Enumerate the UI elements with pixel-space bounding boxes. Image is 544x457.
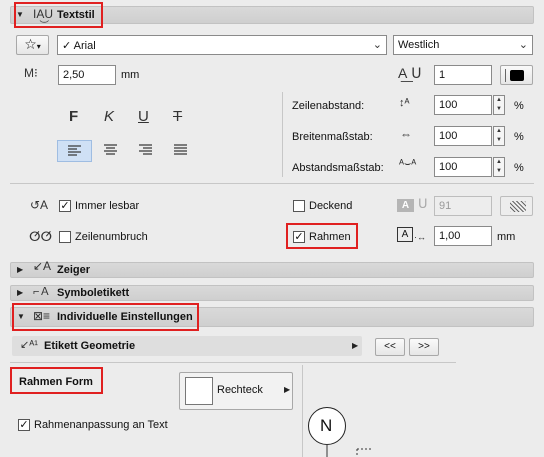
rahmen-form-value: Rechteck <box>217 384 263 396</box>
line-spacing-icon: ↕ᴬ <box>399 97 410 109</box>
preview-leader-line <box>326 444 371 457</box>
highlight-box <box>286 223 358 249</box>
star-icon: ☆ <box>24 36 37 52</box>
pen-number-input[interactable]: 1 <box>434 65 492 85</box>
text-size-input[interactable]: 2,50 <box>58 65 116 85</box>
chevron-down-icon: ⌄ <box>518 39 528 51</box>
zeilenabstand-label: Zeilenabstand: <box>292 100 365 112</box>
rahmen-form-dropdown[interactable]: Rechteck ▶ <box>179 372 293 410</box>
fill-icon: A <box>397 199 414 212</box>
collapsed-triangle-icon: ▶ <box>17 265 24 274</box>
width-scale-icon: ⇔ <box>400 127 412 141</box>
deckend-label: Deckend <box>309 200 353 212</box>
chevron-down-icon: ⌄ <box>372 39 382 51</box>
highlight-box <box>10 367 103 394</box>
underline-button[interactable]: U <box>138 108 149 125</box>
collapsed-triangle-icon: ▶ <box>17 288 24 297</box>
frame-offset-input[interactable]: 1,00 <box>434 226 492 246</box>
breitenmassstab-stepper[interactable]: ▲ ▼ <box>493 126 505 146</box>
pen-icon: A͟ ᑌ <box>398 65 422 81</box>
font-value: Arial <box>73 40 96 52</box>
zeiger-section-header[interactable]: ▶ ↙A Zeiger <box>10 259 534 278</box>
font-select[interactable]: ✓ Arial ⌄ <box>57 35 387 55</box>
symbol-label-icon: ⌐Ａ <box>33 286 51 298</box>
align-center-button[interactable] <box>94 140 127 162</box>
percent-label: % <box>514 100 524 112</box>
fill-pattern-swatch <box>510 201 526 212</box>
text-size-unit: mm <box>121 69 140 81</box>
offset-arrow-icon: ·↔ <box>414 232 426 242</box>
etikett-geometrie-label: Etikett Geometrie <box>44 340 136 352</box>
pointer-icon: ↙A <box>33 259 52 273</box>
zeilenumbruch-checkbox[interactable] <box>59 231 71 243</box>
immer-lesbar-checkbox[interactable]: ✓ <box>59 200 71 212</box>
symboletikett-title: Symboletikett <box>57 287 130 299</box>
char-spacing-icon: ᴬ⌣ᴬ <box>399 158 417 170</box>
zeiger-title: Zeiger <box>57 264 91 276</box>
symboletikett-section-header[interactable]: ▶ ⌐Ａ Symboletikett <box>10 285 534 301</box>
vertical-divider <box>282 92 283 177</box>
fill-pen-icon: ᑌ <box>418 196 428 211</box>
previous-page-button[interactable]: << <box>375 338 405 356</box>
align-left-button[interactable] <box>57 140 92 162</box>
align-right-button[interactable] <box>129 140 162 162</box>
bold-button[interactable]: F <box>69 108 78 125</box>
align-center-icon <box>104 144 117 155</box>
check-icon: ✓ <box>62 40 72 52</box>
align-justify-button[interactable] <box>164 140 197 162</box>
abstandsmassstab-label: Abstandsmaßstab: <box>292 162 384 174</box>
immer-lesbar-label: Immer lesbar <box>75 200 140 212</box>
zeilenumbruch-label: Zeilenumbruch <box>75 231 148 243</box>
rahmenanpassung-label: Rahmenanpassung an Text <box>34 419 168 431</box>
percent-label: % <box>514 162 524 174</box>
highlight-box <box>12 303 199 331</box>
strikethrough-button[interactable]: T <box>173 108 182 125</box>
script-select[interactable]: Westlich ⌄ <box>393 35 533 55</box>
frame-offset-unit: mm <box>497 231 516 243</box>
fill-pen-input: 91 <box>434 196 492 216</box>
align-justify-icon <box>174 144 187 155</box>
text-size-icon: M⁝ <box>24 66 38 80</box>
chevron-right-icon: ▶ <box>352 341 359 350</box>
pen-color-swatch <box>510 70 524 81</box>
zeilenabstand-input[interactable]: 100 <box>434 95 492 115</box>
rahmenanpassung-checkbox[interactable]: ✓ <box>18 419 30 431</box>
abstandsmassstab-stepper[interactable]: ▲ ▼ <box>493 157 505 177</box>
chevron-right-icon: ▶ <box>284 385 291 394</box>
frame-offset-icon: A <box>397 227 413 242</box>
percent-label: % <box>514 131 524 143</box>
preview-divider <box>302 365 303 457</box>
abstandsmassstab-input[interactable]: 100 <box>434 157 492 177</box>
highlight-box <box>14 2 103 28</box>
horizontal-divider <box>10 362 456 363</box>
italic-button[interactable]: K <box>104 108 114 125</box>
favorites-button[interactable]: ☆▾ <box>16 35 49 55</box>
zeilenabstand-stepper[interactable]: ▲ ▼ <box>493 95 505 115</box>
etikett-geometrie-selector[interactable]: ↙ᴬ¹ Etikett Geometrie ▶ <box>12 336 362 356</box>
always-readable-icon: ↺A <box>30 198 49 212</box>
rectangle-shape-icon <box>185 377 213 405</box>
north-letter: N <box>320 416 333 435</box>
next-page-button[interactable]: >> <box>409 338 439 356</box>
deckend-checkbox[interactable] <box>293 200 305 212</box>
line-break-icon: ⵚⵚ <box>29 229 53 244</box>
horizontal-divider <box>10 183 534 184</box>
fill-color-button <box>500 196 533 216</box>
align-left-icon <box>68 145 81 156</box>
align-right-icon <box>139 144 152 155</box>
north-symbol-preview: N <box>308 407 346 445</box>
breitenmassstab-input[interactable]: 100 <box>434 126 492 146</box>
breitenmassstab-label: Breitenmaßstab: <box>292 131 373 143</box>
script-value: Westlich <box>398 39 440 51</box>
label-geometry-icon: ↙ᴬ¹ <box>20 339 38 351</box>
pen-color-button[interactable] <box>500 65 533 85</box>
